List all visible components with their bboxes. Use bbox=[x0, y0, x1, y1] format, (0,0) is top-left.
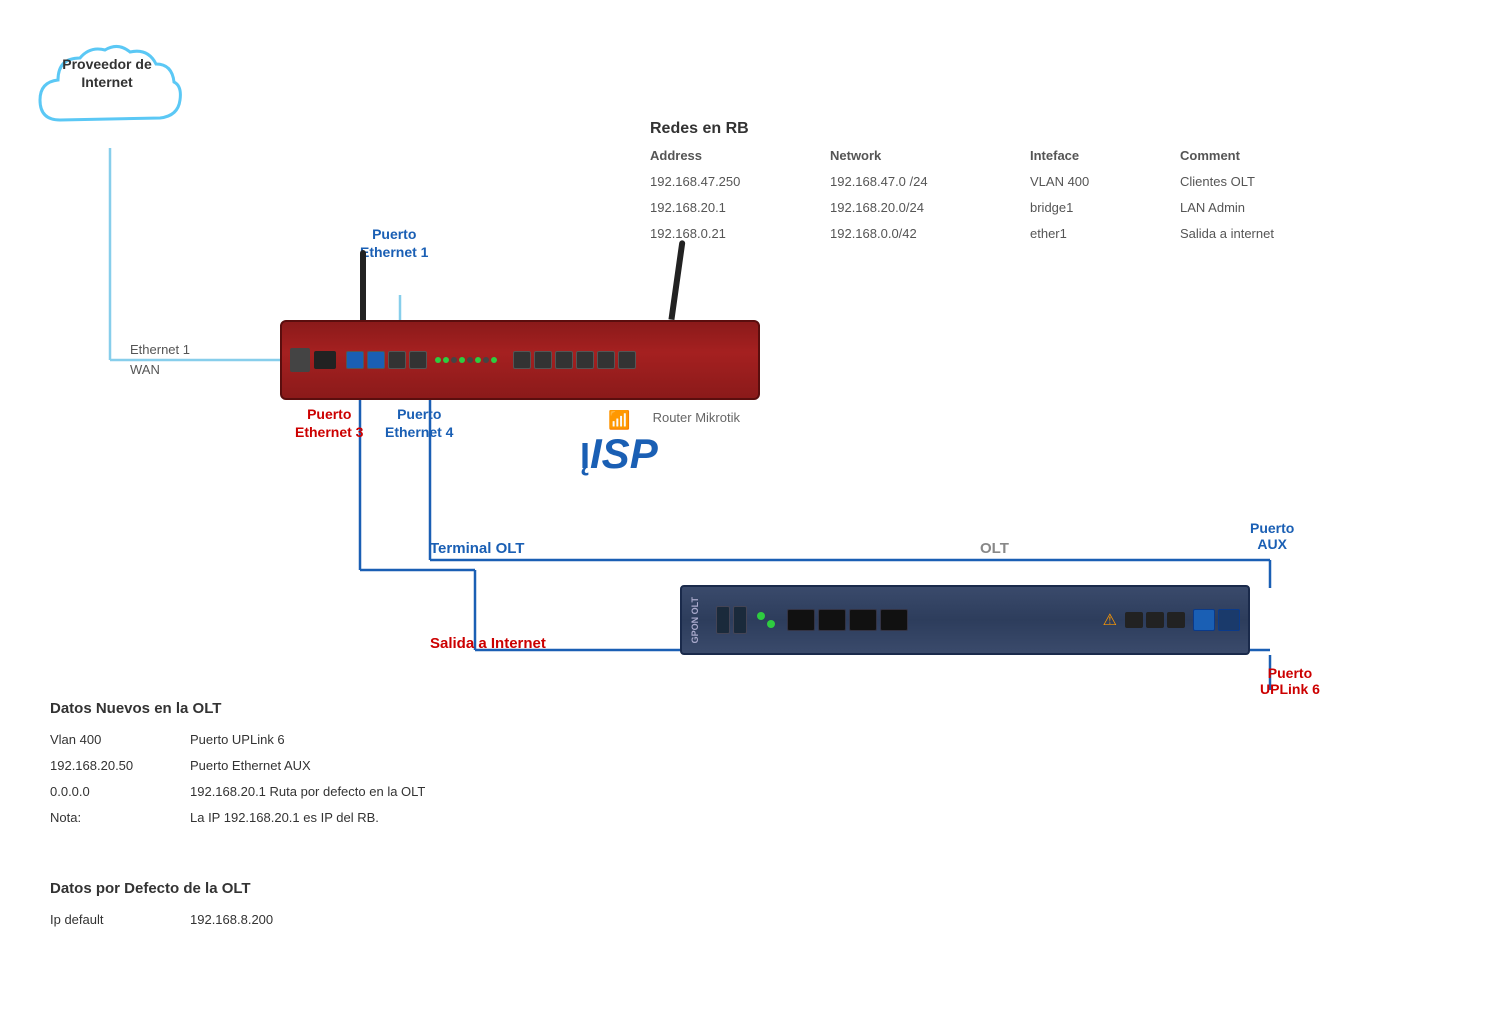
led-8 bbox=[491, 357, 497, 363]
router-ports-group2 bbox=[513, 351, 636, 369]
router-port-eth2 bbox=[367, 351, 385, 369]
led-3 bbox=[451, 357, 457, 363]
datos-row-3: Nota: La IP 192.168.20.1 es IP del RB. bbox=[50, 807, 425, 829]
datos-value-0: Puerto UPLink 6 bbox=[190, 729, 285, 751]
datos-defecto-row-0: Ip default 192.168.8.200 bbox=[50, 909, 273, 931]
datos-row-2: 0.0.0.0 192.168.20.1 Ruta por defecto en… bbox=[50, 781, 425, 803]
olt-rj45-3 bbox=[1167, 612, 1185, 628]
olt-sfp-2 bbox=[818, 609, 846, 631]
redes-iface-2: bridge1 bbox=[1030, 197, 1180, 219]
router-port-eth9 bbox=[597, 351, 615, 369]
router-port-eth1 bbox=[346, 351, 364, 369]
redes-header-network: Network bbox=[830, 148, 1030, 167]
router-ports-group1 bbox=[346, 351, 427, 369]
led-6 bbox=[475, 357, 481, 363]
router-port-eth10 bbox=[618, 351, 636, 369]
datos-nuevos-title: Datos Nuevos en la OLT bbox=[50, 700, 425, 717]
redes-header-interface: Inteface bbox=[1030, 148, 1180, 167]
router-port-eth4 bbox=[409, 351, 427, 369]
olt-port-2 bbox=[733, 606, 747, 634]
redes-table: Redes en RB Address Network Inteface Com… bbox=[650, 120, 1380, 245]
redes-addr-1: 192.168.47.250 bbox=[650, 171, 830, 193]
olt-sfp-4 bbox=[880, 609, 908, 631]
datos-key-3: Nota: bbox=[50, 807, 170, 829]
datos-value-3: La IP 192.168.20.1 es IP del RB. bbox=[190, 807, 379, 829]
redes-net-3: 192.168.0.0/42 bbox=[830, 223, 1030, 245]
isp-wifi-icon: 📶 bbox=[608, 410, 630, 431]
redes-title: Redes en RB bbox=[650, 120, 1380, 138]
salida-internet-label: Salida a Internet bbox=[430, 635, 546, 652]
led-7 bbox=[483, 357, 489, 363]
router-port-eth5 bbox=[513, 351, 531, 369]
datos-row-0: Vlan 400 Puerto UPLink 6 bbox=[50, 729, 425, 751]
datos-value-1: Puerto Ethernet AUX bbox=[190, 755, 311, 777]
redes-header-comment: Comment bbox=[1180, 148, 1380, 167]
datos-defecto-key-0: Ip default bbox=[50, 909, 170, 931]
antenna-left bbox=[360, 250, 366, 320]
ethernet1-wan-label: Ethernet 1 WAN bbox=[130, 340, 190, 379]
led-5 bbox=[467, 357, 473, 363]
terminal-olt-label: Terminal OLT bbox=[430, 540, 524, 557]
led-1 bbox=[435, 357, 441, 363]
router-label: Router Mikrotik bbox=[653, 410, 740, 425]
diagram-container: Proveedor de Internet Ethernet 1 WAN Pue… bbox=[0, 0, 1500, 1031]
datos-key-2: 0.0.0.0 bbox=[50, 781, 170, 803]
olt-rj45-2 bbox=[1146, 612, 1164, 628]
router-sfp-port bbox=[314, 351, 336, 369]
olt-aux-ports bbox=[1193, 609, 1240, 631]
datos-key-0: Vlan 400 bbox=[50, 729, 170, 751]
led-2 bbox=[443, 357, 449, 363]
olt-aux-port-2 bbox=[1218, 609, 1240, 631]
puerto-aux-label: Puerto AUX bbox=[1250, 520, 1294, 552]
datos-key-1: 192.168.20.50 bbox=[50, 755, 170, 777]
datos-defecto-value-0: 192.168.8.200 bbox=[190, 909, 273, 931]
datos-nuevos-section: Datos Nuevos en la OLT Vlan 400 Puerto U… bbox=[50, 700, 425, 833]
router-port-eth8 bbox=[576, 351, 594, 369]
isp-logo: ĮISP bbox=[580, 430, 658, 478]
redes-header-address: Address bbox=[650, 148, 830, 167]
olt-rj45-group bbox=[1125, 612, 1185, 628]
redes-comment-1: Clientes OLT bbox=[1180, 171, 1380, 193]
datos-value-2: 192.168.20.1 Ruta por defecto en la OLT bbox=[190, 781, 425, 803]
olt-sfp-1 bbox=[787, 609, 815, 631]
olt-warning-icon: ⚠ bbox=[1103, 610, 1117, 630]
redes-comment-2: LAN Admin bbox=[1180, 197, 1380, 219]
olt-rj45-1 bbox=[1125, 612, 1143, 628]
olt-front-label: GPON OLT bbox=[690, 597, 700, 643]
port-eth4-label: Puerto Ethernet 4 bbox=[385, 405, 453, 441]
port-eth3-label: Puerto Ethernet 3 bbox=[295, 405, 363, 441]
puerto-uplink6-label: Puerto UPLink 6 bbox=[1260, 665, 1320, 697]
router-port-eth7 bbox=[555, 351, 573, 369]
olt-body: GPON OLT ⚠ bbox=[680, 585, 1250, 655]
antenna-right bbox=[668, 240, 685, 320]
redes-net-1: 192.168.47.0 /24 bbox=[830, 171, 1030, 193]
datos-defecto-section: Datos por Defecto de la OLT Ip default 1… bbox=[50, 880, 273, 935]
olt-port-1 bbox=[716, 606, 730, 634]
router-mikrotik: Router Mikrotik bbox=[280, 320, 760, 400]
olt-text-label: OLT bbox=[980, 540, 1009, 557]
datos-defecto-title: Datos por Defecto de la OLT bbox=[50, 880, 273, 897]
redes-iface-3: ether1 bbox=[1030, 223, 1180, 245]
redes-iface-1: VLAN 400 bbox=[1030, 171, 1180, 193]
redes-grid: Address Network Inteface Comment 192.168… bbox=[650, 148, 1380, 245]
olt-device: GPON OLT ⚠ bbox=[680, 585, 1250, 655]
port-eth1-label: Puerto Ethernet 1 bbox=[360, 225, 428, 261]
redes-addr-3: 192.168.0.21 bbox=[650, 223, 830, 245]
datos-row-1: 192.168.20.50 Puerto Ethernet AUX bbox=[50, 755, 425, 777]
router-port-eth6 bbox=[534, 351, 552, 369]
router-port-eth3 bbox=[388, 351, 406, 369]
redes-addr-2: 192.168.20.1 bbox=[650, 197, 830, 219]
cloud-label: Proveedor de Internet bbox=[42, 55, 172, 91]
olt-aux-port-1 bbox=[1193, 609, 1215, 631]
redes-comment-3: Salida a internet bbox=[1180, 223, 1380, 245]
olt-sfp-3 bbox=[849, 609, 877, 631]
router-leds bbox=[435, 357, 497, 363]
router-usb-port bbox=[290, 348, 310, 372]
led-4 bbox=[459, 357, 465, 363]
redes-net-2: 192.168.20.0/24 bbox=[830, 197, 1030, 219]
router-body bbox=[280, 320, 760, 400]
